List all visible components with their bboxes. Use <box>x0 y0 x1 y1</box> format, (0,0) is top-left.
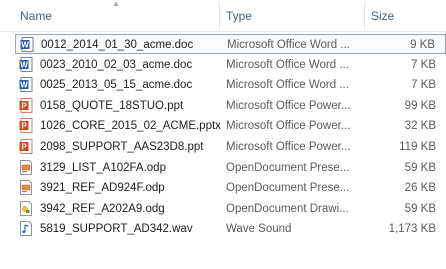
file-type: Microsoft Office Word ... <box>227 39 350 51</box>
file-type: OpenDocument Drawi... <box>226 202 349 215</box>
svg-text:P: P <box>21 101 27 110</box>
file-type: Wave Sound <box>226 223 292 236</box>
file-row[interactable]: W 0025_2013_05_15_acme.doc Microsoft Offic… <box>15 75 446 95</box>
odp-icon <box>19 180 33 196</box>
word-icon: W <box>19 77 33 93</box>
file-size: 59 KB <box>404 202 436 215</box>
odg-icon <box>19 200 33 216</box>
file-size: 9 KB <box>410 39 435 51</box>
svg-text:W: W <box>20 81 28 90</box>
file-name: 5819_SUPPORT_AD342.wav <box>40 223 193 236</box>
file-type: Microsoft Office Word ... <box>226 58 349 71</box>
file-row[interactable]: P 1026_CORE_2015_02_ACME.pptx Microsoft Of… <box>15 116 446 136</box>
file-row[interactable]: 3942_REF_A202A9.odg OpenDocument Drawi...… <box>15 199 446 219</box>
column-header-type[interactable]: Type <box>226 0 252 31</box>
powerpoint-icon: P <box>19 118 33 134</box>
word-icon: W <box>20 37 34 52</box>
file-name: 0158_QUOTE_18STUO.ppt <box>40 99 184 112</box>
powerpoint-icon: P <box>19 139 33 154</box>
file-row[interactable]: W 0023_2010_02_03_acme.doc Microsoft Offic… <box>15 55 446 75</box>
column-divider[interactable] <box>219 2 220 30</box>
file-name: 0025_2013_05_15_acme.doc <box>40 79 193 92</box>
file-size: 59 KB <box>404 161 436 174</box>
file-name: 3921_REF_AD924F.odp <box>40 182 165 195</box>
svg-text:P: P <box>21 143 27 152</box>
svg-text:W: W <box>20 60 28 69</box>
file-size: 26 KB <box>404 182 436 195</box>
file-size: 7 KB <box>411 58 436 71</box>
file-name: 0012_2014_01_30_acme.doc <box>41 39 194 51</box>
column-header-bar: Name ▲ Type Size <box>0 0 446 32</box>
file-row[interactable]: 3129_LIST_A102FA.odp OpenDocument Prese..… <box>15 158 446 178</box>
audio-icon <box>19 221 33 237</box>
file-size: 32 KB <box>404 120 436 133</box>
file-row[interactable]: 3921_REF_AD924F.odp OpenDocument Prese...… <box>15 178 446 198</box>
file-type: Microsoft Office Power... <box>226 99 351 112</box>
file-row[interactable]: P 2098_SUPPORT_AAS23D8.ppt Microsoft Offic… <box>15 137 446 157</box>
column-divider[interactable] <box>364 2 365 30</box>
file-name: 2098_SUPPORT_AAS23D8.ppt <box>40 141 204 153</box>
odp-icon <box>19 159 33 175</box>
file-size: 7 KB <box>411 79 436 92</box>
file-row[interactable]: P 0158_QUOTE_18STUO.ppt Microsoft Office P… <box>15 96 446 116</box>
file-name: 3942_REF_A202A9.odg <box>40 202 165 215</box>
file-type: OpenDocument Prese... <box>226 161 350 174</box>
column-header-name[interactable]: Name <box>20 0 52 31</box>
word-icon: W <box>19 56 33 72</box>
file-row[interactable]: 5819_SUPPORT_AD342.wav Wave Sound 1,173 KB <box>15 219 446 239</box>
powerpoint-icon: P <box>19 97 33 113</box>
file-type: Microsoft Office Power... <box>226 141 351 153</box>
svg-text:P: P <box>21 122 27 131</box>
file-name: 3129_LIST_A102FA.odp <box>40 161 166 174</box>
sort-ascending-icon: ▲ <box>112 0 120 8</box>
file-type: Microsoft Office Power... <box>226 120 351 133</box>
file-type: OpenDocument Prese... <box>226 182 350 195</box>
svg-text:W: W <box>21 41 29 50</box>
file-type: Microsoft Office Word ... <box>226 79 349 92</box>
file-name: 0023_2010_02_03_acme.doc <box>40 58 193 71</box>
column-header-size[interactable]: Size <box>371 0 394 31</box>
file-size: 119 KB <box>399 141 436 153</box>
file-size: 99 KB <box>404 99 436 112</box>
file-row[interactable]: W 0012_2014_01_30_acme.doc Microsoft Offic… <box>15 34 446 54</box>
file-name: 1026_CORE_2015_02_ACME.pptx <box>40 120 221 133</box>
file-size: 1,173 KB <box>388 223 436 236</box>
